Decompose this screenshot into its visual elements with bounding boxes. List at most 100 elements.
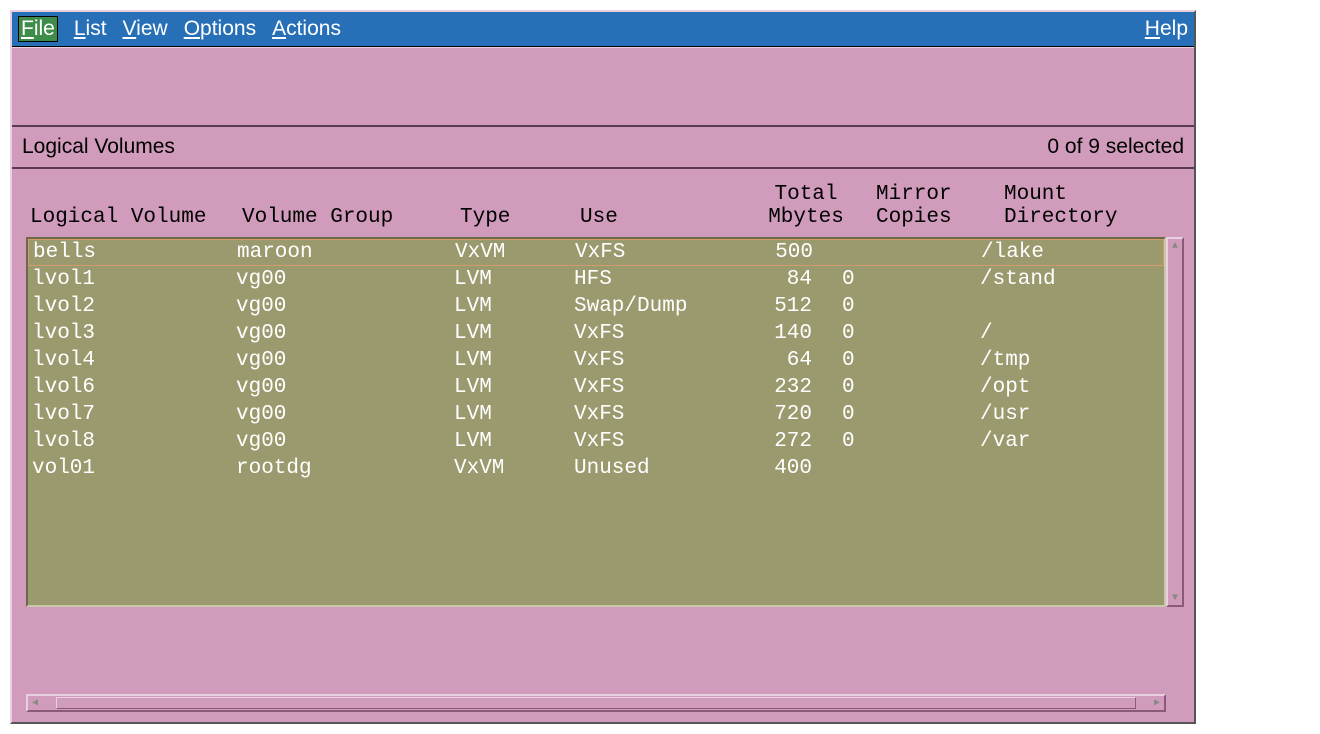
cell-logical-volume: bells (33, 240, 237, 265)
header-total-mbytes: Total Mbytes (736, 183, 876, 229)
cell-total-mbytes: 272 (732, 428, 842, 455)
selection-status: 0 of 9 selected (1047, 135, 1184, 159)
cell-type: VxVM (454, 455, 574, 482)
header-logical-volume: Logical Volume (30, 183, 242, 229)
table-row[interactable]: lvol3vg00LVMVxFS1400/ (28, 320, 1164, 347)
volume-list[interactable]: bellsmaroonVxVMVxFS500/lakelvol1vg00LVMH… (26, 237, 1166, 607)
scroll-right-icon[interactable]: ▶ (1150, 696, 1164, 710)
cell-mirror-copies: 0 (842, 374, 980, 401)
cell-volume-group: vg00 (236, 347, 454, 374)
panel-title: Logical Volumes (22, 135, 175, 159)
header-mount-directory: Mount Directory (1004, 183, 1184, 229)
cell-logical-volume: lvol2 (32, 293, 236, 320)
cell-mount-directory: /lake (981, 240, 1159, 265)
cell-type: LVM (454, 428, 574, 455)
cell-type: LVM (454, 293, 574, 320)
cell-mount-directory: /stand (980, 266, 1160, 293)
table-row[interactable]: vol01rootdgVxVMUnused400 (28, 455, 1164, 482)
menu-actions[interactable]: Actions (272, 17, 341, 41)
cell-mount-directory: / (980, 320, 1160, 347)
header-use: Use (580, 183, 736, 229)
cell-use: VxFS (574, 347, 732, 374)
header-volume-group: Volume Group (242, 183, 460, 229)
table-row[interactable]: lvol7vg00LVMVxFS7200/usr (28, 401, 1164, 428)
menu-view[interactable]: View (123, 17, 168, 41)
cell-mount-directory: /opt (980, 374, 1160, 401)
horizontal-scrollbar[interactable]: ◀ ▶ (26, 694, 1166, 712)
cell-type: LVM (454, 401, 574, 428)
cell-mirror-copies: 0 (842, 266, 980, 293)
cell-volume-group: vg00 (236, 320, 454, 347)
cell-use: VxFS (574, 374, 732, 401)
cell-volume-group: vg00 (236, 428, 454, 455)
table-row[interactable]: lvol1vg00LVMHFS840/stand (28, 266, 1164, 293)
column-headers: Logical Volume Volume Group Type Use Tot… (12, 169, 1194, 237)
cell-mirror-copies (842, 455, 980, 482)
hscroll-area: ◀ ▶ (12, 690, 1194, 722)
cell-use: VxFS (574, 320, 732, 347)
cell-logical-volume: lvol7 (32, 401, 236, 428)
table-row[interactable]: lvol8vg00LVMVxFS2720/var (28, 428, 1164, 455)
panel-title-row: Logical Volumes 0 of 9 selected (12, 127, 1194, 169)
cell-use: VxFS (574, 428, 732, 455)
table-row[interactable]: bellsmaroonVxVMVxFS500/lake (28, 239, 1164, 266)
menu-options[interactable]: Options (184, 17, 256, 41)
cell-type: LVM (454, 374, 574, 401)
cell-mount-directory (980, 293, 1160, 320)
cell-logical-volume: lvol3 (32, 320, 236, 347)
cell-volume-group: vg00 (236, 374, 454, 401)
cell-mirror-copies: 0 (842, 428, 980, 455)
vertical-scrollbar[interactable]: ▲ ▼ (1166, 237, 1184, 607)
cell-mirror-copies (843, 240, 981, 265)
cell-mount-directory (980, 455, 1160, 482)
cell-mirror-copies: 0 (842, 401, 980, 428)
menubar: File List View Options Actions Help (12, 12, 1194, 47)
cell-mount-directory: /var (980, 428, 1160, 455)
cell-volume-group: vg00 (236, 401, 454, 428)
menu-file[interactable]: File (18, 16, 58, 42)
table-row[interactable]: lvol2vg00LVMSwap/Dump5120 (28, 293, 1164, 320)
cell-mount-directory: /tmp (980, 347, 1160, 374)
cell-logical-volume: lvol1 (32, 266, 236, 293)
cell-volume-group: vg00 (236, 293, 454, 320)
menu-help[interactable]: Help (1145, 17, 1188, 41)
cell-volume-group: maroon (237, 240, 455, 265)
header-mirror-copies: Mirror Copies (876, 183, 1004, 229)
menu-list[interactable]: List (74, 17, 107, 41)
cell-use: VxFS (574, 401, 732, 428)
scroll-up-icon[interactable]: ▲ (1168, 239, 1182, 253)
cell-volume-group: rootdg (236, 455, 454, 482)
header-type: Type (460, 183, 580, 229)
cell-logical-volume: lvol8 (32, 428, 236, 455)
cell-total-mbytes: 720 (732, 401, 842, 428)
cell-total-mbytes: 500 (733, 240, 843, 265)
cell-total-mbytes: 84 (732, 266, 842, 293)
cell-use: VxFS (575, 240, 733, 265)
table-row[interactable]: lvol4vg00LVMVxFS640/tmp (28, 347, 1164, 374)
hscroll-thumb[interactable] (56, 697, 1136, 709)
cell-mount-directory: /usr (980, 401, 1160, 428)
content-area: bellsmaroonVxVMVxFS500/lakelvol1vg00LVMH… (12, 237, 1194, 690)
cell-logical-volume: lvol4 (32, 347, 236, 374)
table-row[interactable]: lvol6vg00LVMVxFS2320/opt (28, 374, 1164, 401)
cell-type: LVM (454, 266, 574, 293)
scroll-down-icon[interactable]: ▼ (1168, 591, 1182, 605)
cell-use: HFS (574, 266, 732, 293)
cell-logical-volume: vol01 (32, 455, 236, 482)
cell-total-mbytes: 512 (732, 293, 842, 320)
cell-type: VxVM (455, 240, 575, 265)
cell-type: LVM (454, 347, 574, 374)
scroll-left-icon[interactable]: ◀ (28, 696, 42, 710)
main-window: File List View Options Actions Help Logi… (10, 10, 1196, 724)
cell-total-mbytes: 64 (732, 347, 842, 374)
cell-total-mbytes: 140 (732, 320, 842, 347)
cell-mirror-copies: 0 (842, 293, 980, 320)
cell-volume-group: vg00 (236, 266, 454, 293)
cell-mirror-copies: 0 (842, 320, 980, 347)
cell-type: LVM (454, 320, 574, 347)
cell-mirror-copies: 0 (842, 347, 980, 374)
cell-total-mbytes: 400 (732, 455, 842, 482)
cell-logical-volume: lvol6 (32, 374, 236, 401)
cell-use: Unused (574, 455, 732, 482)
toolbar-area (12, 47, 1194, 127)
